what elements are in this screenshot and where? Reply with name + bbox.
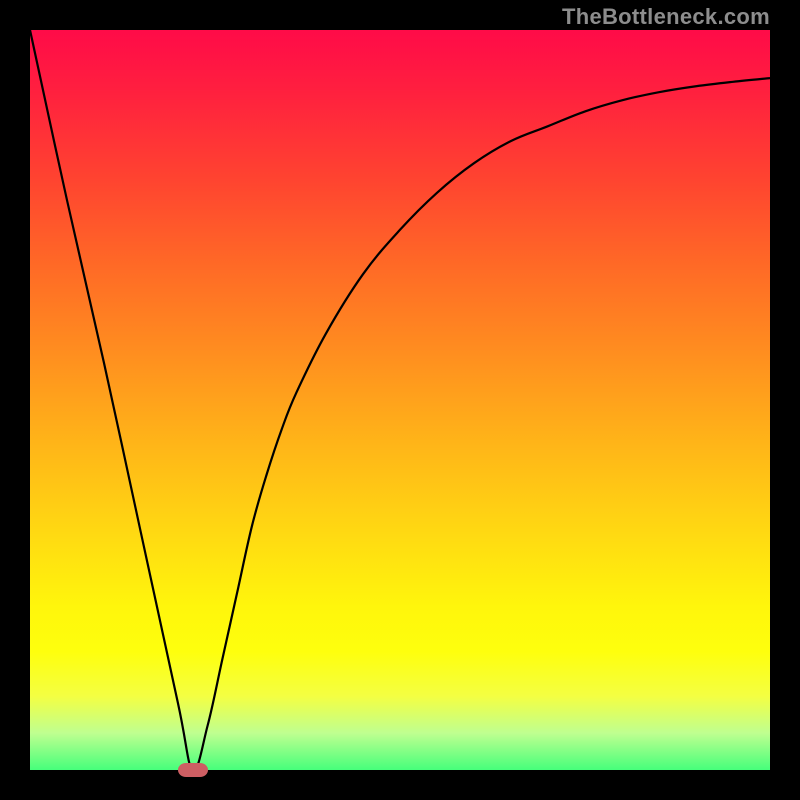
attribution-label: TheBottleneck.com xyxy=(562,4,770,30)
plot-area xyxy=(30,30,770,770)
curve-svg xyxy=(30,30,770,770)
minimum-marker xyxy=(178,763,208,777)
chart-frame: TheBottleneck.com xyxy=(0,0,800,800)
bottleneck-curve-path xyxy=(30,30,770,770)
